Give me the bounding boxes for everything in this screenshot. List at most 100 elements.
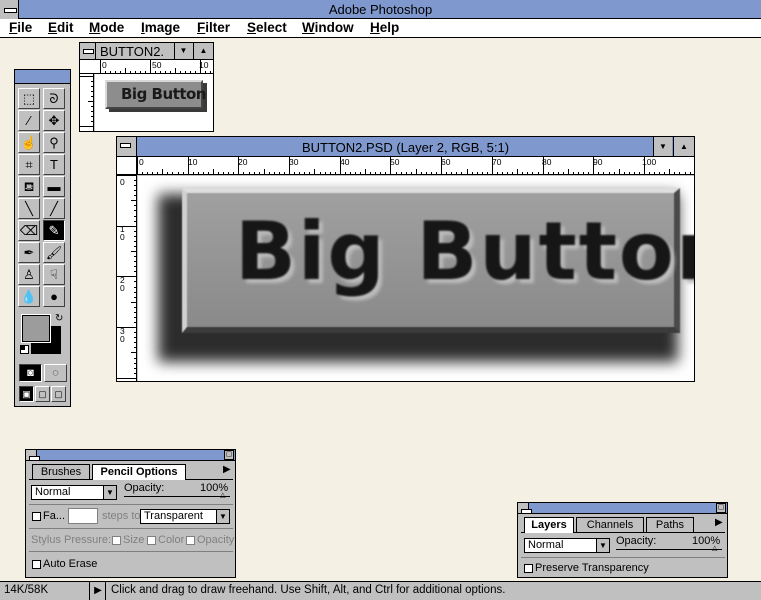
- layers-panel: ▢ Layers Channels Paths ▶ Normal ▼ Opacit…: [517, 502, 728, 578]
- hand-icon[interactable]: ☝: [18, 132, 40, 153]
- app-title-bar: Adobe Photoshop: [0, 0, 761, 19]
- default-colors-icon[interactable]: [20, 345, 29, 354]
- tab-brushes[interactable]: Brushes: [32, 464, 90, 479]
- minimize-icon[interactable]: ▼: [174, 43, 192, 59]
- airbrush-icon[interactable]: ✒: [18, 242, 40, 263]
- document-v-ruler: 0 1 0 2 0 3 0: [117, 175, 137, 381]
- thumbnail-h-ruler: 0 50 10: [80, 60, 213, 74]
- fade-label: Fa...: [43, 510, 66, 522]
- quick-mask-mode-icon[interactable]: ◌: [44, 364, 67, 382]
- type-icon[interactable]: T: [43, 154, 65, 175]
- pencil-opacity-slider[interactable]: [124, 496, 230, 497]
- pencil-mode-select[interactable]: Normal ▼: [31, 485, 117, 500]
- swap-colors-icon[interactable]: ↻: [55, 314, 63, 324]
- tab-pencil-options[interactable]: Pencil Options: [92, 464, 186, 480]
- toolbox: ⬚ ᘐ ⁄ ✥ ☝ ⚲ ⌗ T ⛾ ▬ ╲ ╱ ⌫ ✎ ✒ 🖌 ♙ ☟ 💧 ● ↻ ◙ ◌ ▣ ▢ ▢: [14, 69, 71, 407]
- rubber-stamp-icon[interactable]: ♙: [18, 264, 40, 285]
- panel-menu-arrow-icon[interactable]: ▶: [223, 464, 234, 479]
- magic-wand-icon[interactable]: ⁄: [18, 110, 40, 131]
- menu-image[interactable]: Image: [141, 20, 180, 35]
- chevron-down-icon: ▼: [216, 510, 229, 523]
- menu-bar: File Edit Mode Image Filter Select Windo…: [0, 19, 761, 38]
- layer-opacity-slider[interactable]: [616, 549, 722, 550]
- eyedropper-icon[interactable]: ╱: [43, 198, 65, 219]
- panel-close-icon[interactable]: [26, 450, 40, 461]
- document-title-bar[interactable]: BUTTON2.PSD (Layer 2, RGB, 5:1) ▼ ▲: [117, 137, 694, 157]
- zoom-icon[interactable]: ⚲: [43, 132, 65, 153]
- status-hint: Click and drag to draw freehand. Use Shi…: [111, 584, 506, 596]
- minimize-icon[interactable]: ▼: [653, 137, 672, 156]
- full-screen-menu-icon[interactable]: ▢: [35, 386, 50, 402]
- eraser-icon[interactable]: ⌫: [18, 220, 40, 241]
- ruler-origin[interactable]: [117, 157, 137, 175]
- tab-channels[interactable]: Channels: [576, 517, 644, 532]
- layer-blend-mode-select[interactable]: Normal ▼: [524, 538, 610, 553]
- maximize-icon[interactable]: ▲: [193, 43, 213, 59]
- menu-help[interactable]: Help: [370, 20, 399, 35]
- layers-panel-title-bar[interactable]: ▢: [518, 503, 727, 514]
- lasso-icon[interactable]: ᘐ: [43, 88, 65, 109]
- blur-icon[interactable]: 💧: [18, 286, 40, 307]
- panel-zoom-icon[interactable]: ▢: [716, 503, 726, 513]
- thumbnail-title: BUTTON2.: [100, 44, 165, 59]
- line-icon[interactable]: ╲: [18, 198, 40, 219]
- document-h-ruler: 0 10 20 30 40 50 60 70 80 90 100: [137, 157, 694, 175]
- thumbnail-canvas[interactable]: Big Button: [95, 74, 213, 131]
- slider-thumb-icon[interactable]: △: [220, 491, 225, 499]
- preserve-transparency-label: Preserve Transparency: [535, 562, 649, 574]
- menu-file[interactable]: File: [9, 20, 32, 35]
- maximize-icon[interactable]: ▲: [673, 137, 694, 156]
- crop-icon[interactable]: ⌗: [18, 154, 40, 175]
- layers-panel-tabs: Layers Channels Paths ▶: [521, 517, 725, 533]
- standard-mode-icon[interactable]: ◙: [19, 364, 42, 382]
- thumbnail-title-bar[interactable]: BUTTON2. ▼ ▲: [80, 43, 213, 60]
- panel-menu-arrow-icon[interactable]: ▶: [715, 517, 726, 532]
- smudge-icon[interactable]: ☟: [43, 264, 65, 285]
- dodge-icon[interactable]: ●: [43, 286, 65, 307]
- doc-size-value: 14K/58K: [4, 584, 49, 596]
- status-bar: 14K/58K ▶ Click and drag to draw freehan…: [0, 581, 761, 600]
- foreground-color-swatch[interactable]: [21, 314, 51, 343]
- menu-filter[interactable]: Filter: [197, 20, 230, 35]
- preserve-transparency-checkbox[interactable]: [524, 564, 533, 573]
- auto-erase-label: Auto Erase: [43, 558, 98, 570]
- big-button-label: Big Button: [235, 205, 694, 298]
- menu-select[interactable]: Select: [247, 20, 287, 35]
- pencil-panel-title-bar[interactable]: ▢: [26, 450, 235, 461]
- auto-erase-checkbox[interactable]: [32, 560, 41, 569]
- fade-steps-input[interactable]: [68, 508, 98, 524]
- stylus-opacity-checkbox[interactable]: [186, 536, 195, 545]
- slider-thumb-icon[interactable]: △: [712, 544, 717, 552]
- document-window: BUTTON2.PSD (Layer 2, RGB, 5:1) ▼ ▲ 0 10…: [116, 136, 695, 382]
- stylus-color-checkbox[interactable]: [147, 536, 156, 545]
- stylus-size-checkbox[interactable]: [112, 536, 121, 545]
- panel-zoom-icon[interactable]: ▢: [224, 450, 234, 460]
- gradient-icon[interactable]: ▬: [43, 176, 65, 197]
- paintbrush-icon[interactable]: 🖌: [43, 242, 65, 263]
- doc-size-field[interactable]: 14K/58K: [0, 582, 90, 600]
- tab-layers[interactable]: Layers: [524, 517, 574, 533]
- app-title: Adobe Photoshop: [328, 2, 433, 17]
- color-swatches: ↻: [19, 312, 67, 362]
- panel-close-icon[interactable]: [518, 503, 532, 514]
- document-canvas[interactable]: Big Button Big Button: [138, 176, 694, 381]
- move-icon[interactable]: ✥: [43, 110, 65, 131]
- thumbnail-button-label: Big Button: [121, 85, 206, 103]
- fade-checkbox[interactable]: [32, 512, 41, 521]
- marquee-icon[interactable]: ⬚: [18, 88, 40, 109]
- paint-bucket-icon[interactable]: ⛾: [18, 176, 40, 197]
- toolbox-title-bar[interactable]: [15, 70, 70, 84]
- thumbnail-v-ruler: [80, 74, 94, 131]
- menu-window[interactable]: Window: [302, 20, 354, 35]
- stylus-opacity-label: Opacity: [197, 534, 235, 546]
- pencil-icon[interactable]: ✎: [43, 220, 65, 241]
- menu-edit[interactable]: Edit: [48, 20, 74, 35]
- steps-to-label: steps to: [102, 510, 141, 522]
- status-menu-arrow-icon[interactable]: ▶: [91, 582, 106, 600]
- standard-screen-icon[interactable]: ▣: [19, 386, 34, 402]
- window-control-icon[interactable]: [80, 43, 96, 59]
- steps-to-select[interactable]: Transparent ▼: [140, 509, 230, 524]
- tab-paths[interactable]: Paths: [646, 517, 694, 532]
- menu-mode[interactable]: Mode: [89, 20, 124, 35]
- full-screen-icon[interactable]: ▢: [51, 386, 66, 402]
